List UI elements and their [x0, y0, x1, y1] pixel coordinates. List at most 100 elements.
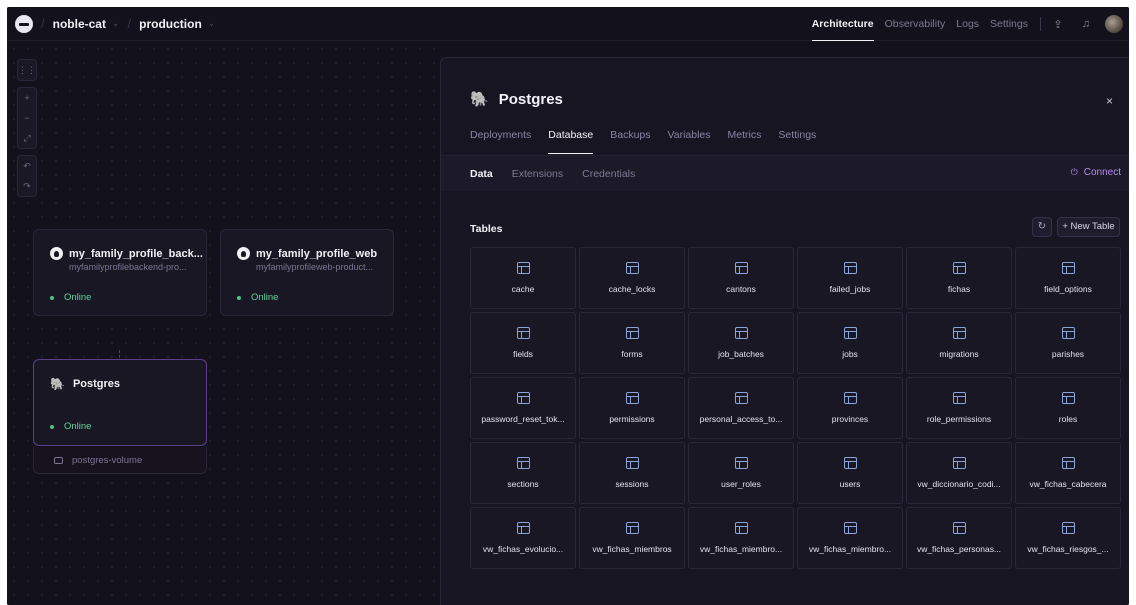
zoom-in-icon[interactable]: + — [17, 88, 37, 108]
table-card[interactable]: role_permissions — [906, 377, 1012, 439]
table-icon — [844, 327, 857, 339]
database-status: Online — [50, 421, 91, 432]
share-icon[interactable]: ⇪ — [1047, 18, 1069, 31]
table-card[interactable]: parishes — [1015, 312, 1121, 374]
subtab-data[interactable]: Data — [470, 168, 493, 180]
panel-title-text: Postgres — [498, 90, 563, 108]
table-card[interactable]: vw_fichas_riesgos_... — [1015, 507, 1121, 569]
subtab-extensions[interactable]: Extensions — [512, 168, 563, 180]
table-card[interactable]: vw_diccionario_codi... — [906, 442, 1012, 504]
nav-divider — [1040, 17, 1041, 31]
grid-toolbar: ⋮⋮ — [17, 59, 37, 81]
table-icon — [1062, 457, 1075, 469]
undo-icon[interactable]: ↶ — [17, 156, 37, 176]
github-icon — [237, 247, 250, 260]
table-name: sections — [507, 479, 539, 489]
fit-view-icon[interactable]: ⤢ — [17, 128, 37, 148]
table-card[interactable]: field_options — [1015, 247, 1121, 309]
chevron-down-icon[interactable]: ⌄ — [112, 18, 120, 29]
table-card[interactable]: vw_fichas_personas... — [906, 507, 1012, 569]
nav-architecture[interactable]: Architecture — [811, 7, 874, 41]
tab-settings[interactable]: Settings — [778, 126, 816, 154]
table-name: forms — [621, 349, 643, 359]
volume-attachment[interactable]: postgres-volume — [33, 447, 207, 474]
chevron-down-icon[interactable]: ⌄ — [208, 18, 216, 29]
table-name: sessions — [615, 479, 649, 489]
table-name: fichas — [947, 284, 971, 294]
table-card[interactable]: sessions — [579, 442, 685, 504]
table-card[interactable]: personal_access_to... — [688, 377, 794, 439]
table-name: parishes — [1051, 349, 1085, 359]
database-card-postgres[interactable]: 🐘 Postgres Online — [33, 359, 207, 446]
table-icon — [844, 262, 857, 274]
table-name: vw_fichas_miembro... — [808, 544, 892, 554]
table-name: vw_fichas_personas... — [916, 544, 1002, 554]
tables-heading: Tables — [470, 223, 503, 235]
table-name: vw_fichas_riesgos_... — [1027, 544, 1109, 554]
tables-grid: cache cache_locks cantons failed_jobs fichas… — [470, 247, 1123, 569]
logo-icon[interactable] — [15, 14, 33, 33]
zoom-out-icon[interactable]: − — [17, 108, 37, 128]
table-card[interactable]: fields — [470, 312, 576, 374]
table-icon — [735, 327, 748, 339]
table-name: users — [839, 479, 861, 489]
refresh-icon[interactable]: ↻ — [1032, 217, 1052, 237]
table-card[interactable]: vw_fichas_miembros — [579, 507, 685, 569]
tab-deployments[interactable]: Deployments — [470, 126, 531, 154]
service-card-web[interactable]: my_family_profile_web myfamilyprofileweb… — [220, 229, 394, 316]
table-card[interactable]: vw_fichas_cabecera — [1015, 442, 1121, 504]
tab-metrics[interactable]: Metrics — [728, 126, 762, 154]
table-card[interactable]: sections — [470, 442, 576, 504]
table-card[interactable]: jobs — [797, 312, 903, 374]
table-icon — [953, 392, 966, 404]
table-icon — [844, 522, 857, 534]
table-card[interactable]: fichas — [906, 247, 1012, 309]
table-card[interactable]: users — [797, 442, 903, 504]
status-label: Online — [64, 292, 92, 303]
table-card[interactable]: vw_fichas_miembro... — [688, 507, 794, 569]
table-card[interactable]: cantons — [688, 247, 794, 309]
table-card[interactable]: provinces — [797, 377, 903, 439]
table-card[interactable]: failed_jobs — [797, 247, 903, 309]
subtab-credentials[interactable]: Credentials — [582, 168, 635, 180]
table-card[interactable]: permissions — [579, 377, 685, 439]
architecture-canvas[interactable]: ⋮⋮ + − ⤢ ↶ ↷ my_family_profile_back... m… — [7, 42, 439, 605]
table-icon — [517, 457, 530, 469]
tab-backups[interactable]: Backups — [610, 126, 650, 154]
table-icon — [735, 392, 748, 404]
table-name: field_options — [1044, 284, 1092, 294]
table-card[interactable]: job_batches — [688, 312, 794, 374]
table-card[interactable]: roles — [1015, 377, 1121, 439]
avatar[interactable] — [1105, 15, 1123, 33]
redo-icon[interactable]: ↷ — [17, 176, 37, 196]
table-card[interactable]: migrations — [906, 312, 1012, 374]
project-name[interactable]: noble-cat — [53, 17, 106, 31]
bell-icon[interactable]: ♫ — [1075, 18, 1097, 30]
new-table-button[interactable]: + New Table — [1057, 217, 1120, 237]
table-card[interactable]: password_reset_tok... — [470, 377, 576, 439]
tab-variables[interactable]: Variables — [668, 126, 711, 154]
connect-button[interactable]: ⏻ Connect — [1071, 167, 1121, 178]
table-card[interactable]: cache — [470, 247, 576, 309]
postgres-elephant-icon: 🐘 — [470, 91, 489, 108]
service-domain: myfamilyprofileweb-product... — [256, 262, 374, 272]
service-card-backend[interactable]: my_family_profile_back... myfamilyprofil… — [33, 229, 207, 316]
breadcrumb-separator: / — [127, 16, 132, 31]
nav-observability[interactable]: Observability — [885, 7, 946, 41]
table-name: role_permissions — [926, 414, 992, 424]
tab-database[interactable]: Database — [548, 126, 594, 154]
environment-name[interactable]: production — [139, 17, 202, 31]
table-icon — [626, 392, 639, 404]
nav-settings[interactable]: Settings — [990, 7, 1028, 41]
table-card[interactable]: vw_fichas_evolucio... — [470, 507, 576, 569]
table-icon — [1062, 262, 1075, 274]
close-icon[interactable]: × — [1106, 94, 1113, 108]
table-card[interactable]: vw_fichas_miembro... — [797, 507, 903, 569]
table-card[interactable]: user_roles — [688, 442, 794, 504]
grid-icon[interactable]: ⋮⋮ — [17, 60, 37, 80]
table-name: cache — [511, 284, 535, 294]
table-card[interactable]: cache_locks — [579, 247, 685, 309]
nav-logs[interactable]: Logs — [956, 7, 979, 41]
table-icon — [735, 457, 748, 469]
table-card[interactable]: forms — [579, 312, 685, 374]
